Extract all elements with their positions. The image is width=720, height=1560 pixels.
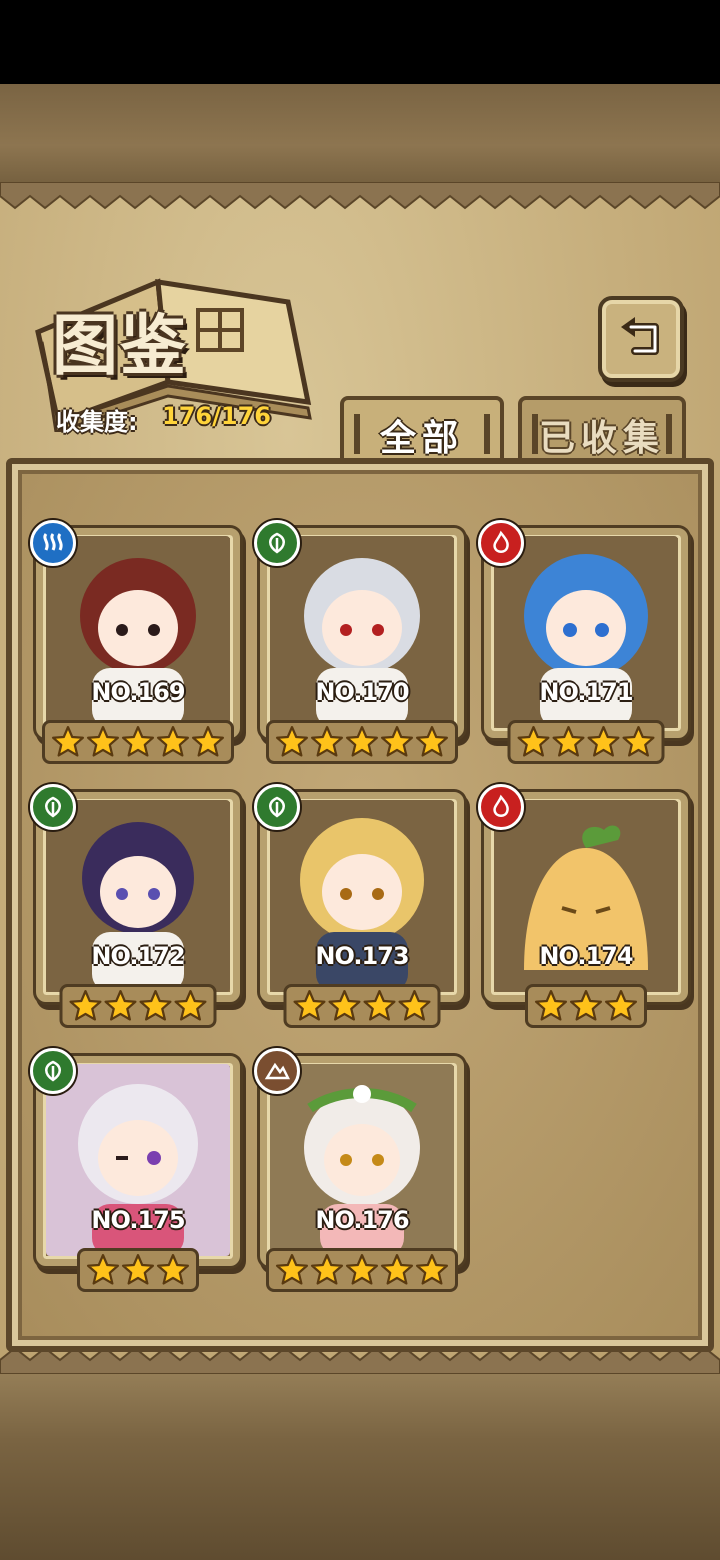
fire-element-icon (478, 784, 524, 830)
star-rating (77, 1248, 199, 1292)
star-icon (104, 989, 137, 1021)
tab-decoration (354, 414, 360, 454)
character-card[interactable]: NO.169 (30, 520, 244, 766)
page-title: 图鉴 (52, 307, 188, 384)
star-icon (622, 725, 655, 757)
top-map-band (0, 84, 720, 196)
tab-decoration (666, 414, 672, 454)
star-icon (310, 725, 344, 757)
character-card[interactable]: NO.173 (254, 784, 468, 1030)
character-card[interactable]: NO.175 (30, 1048, 244, 1294)
star-icon (191, 725, 225, 757)
star-icon (310, 1253, 344, 1285)
character-number: NO.176 (315, 1206, 409, 1234)
star-icon (86, 1253, 120, 1285)
star-icon (604, 989, 638, 1021)
star-icon (275, 725, 309, 757)
grass-element-icon (30, 784, 76, 830)
star-icon (380, 725, 414, 757)
tab-decoration (484, 414, 490, 454)
star-rating (283, 984, 441, 1028)
bottom-map-band (0, 1360, 720, 1560)
character-number: NO.169 (91, 678, 185, 706)
water-element-icon (30, 520, 76, 566)
star-icon (139, 989, 172, 1021)
star-icon (398, 989, 431, 1021)
star-rating (59, 984, 217, 1028)
tab-all-label: 全部 (379, 418, 464, 459)
character-number: NO.173 (315, 942, 409, 970)
star-icon (293, 989, 326, 1021)
grass-element-icon (254, 520, 300, 566)
star-icon (569, 989, 603, 1021)
collection-value: 176/176 (162, 402, 271, 430)
star-rating (507, 720, 665, 764)
star-icon (121, 725, 155, 757)
star-icon (156, 725, 190, 757)
star-icon (552, 725, 585, 757)
tab-decoration (532, 414, 538, 454)
character-card[interactable]: NO.176 (254, 1048, 468, 1294)
grass-element-icon (254, 784, 300, 830)
star-icon (415, 1253, 449, 1285)
star-icon (86, 725, 120, 757)
star-icon (345, 1253, 379, 1285)
star-icon (587, 725, 620, 757)
back-button[interactable] (598, 296, 684, 382)
star-icon (345, 725, 379, 757)
star-icon (174, 989, 207, 1021)
character-number: NO.174 (539, 942, 633, 970)
star-icon (51, 725, 85, 757)
star-icon (363, 989, 396, 1021)
status-bar (0, 0, 720, 84)
star-rating (42, 720, 234, 764)
star-rating (266, 720, 458, 764)
zigzag-border-top (0, 182, 720, 210)
character-card[interactable]: NO.174 (478, 784, 692, 1030)
star-icon (328, 989, 361, 1021)
star-icon (380, 1253, 414, 1285)
star-rating (525, 984, 647, 1028)
star-icon (275, 1253, 309, 1285)
star-rating (266, 1248, 458, 1292)
character-card[interactable]: NO.171 (478, 520, 692, 766)
grass-element-icon (30, 1048, 76, 1094)
star-icon (121, 1253, 155, 1285)
character-number: NO.171 (539, 678, 633, 706)
star-icon (517, 725, 550, 757)
return-arrow-icon (621, 317, 659, 355)
character-card[interactable]: NO.170 (254, 520, 468, 766)
star-icon (534, 989, 568, 1021)
character-number: NO.170 (315, 678, 409, 706)
star-icon (415, 725, 449, 757)
star-icon (69, 989, 102, 1021)
tab-collected-label: 已收集 (538, 418, 665, 459)
character-number: NO.175 (91, 1206, 185, 1234)
character-card[interactable]: NO.172 (30, 784, 244, 1030)
collection-label: 收集度: (56, 408, 138, 436)
star-icon (156, 1253, 190, 1285)
earth-element-icon (254, 1048, 300, 1094)
character-number: NO.172 (91, 942, 185, 970)
fire-element-icon (478, 520, 524, 566)
